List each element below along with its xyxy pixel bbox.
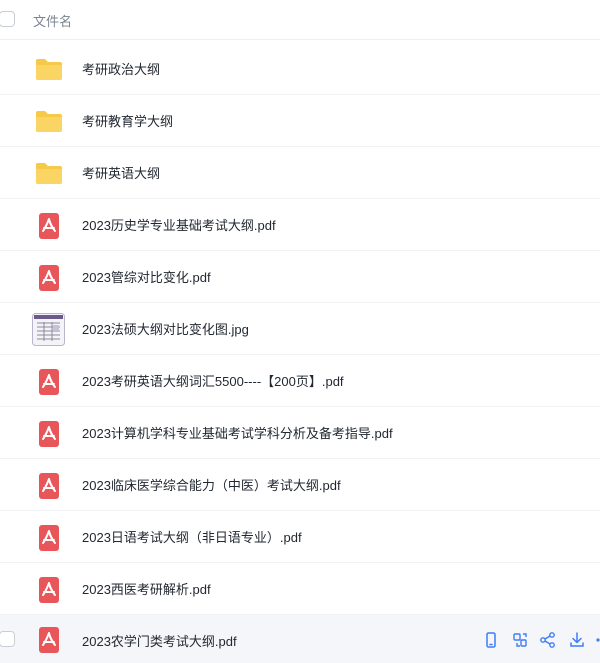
- list-item[interactable]: 考研教育学大纲: [0, 95, 600, 147]
- file-name[interactable]: 2023农学门类考试大纲.pdf: [82, 631, 237, 650]
- file-name[interactable]: 2023历史学专业基础考试大纲.pdf: [82, 215, 276, 234]
- copy-icon[interactable]: [511, 631, 529, 649]
- phone-icon[interactable]: [482, 631, 500, 649]
- file-name[interactable]: 2023法硕大纲对比变化图.jpg: [82, 319, 249, 338]
- pdf-file-icon: [35, 213, 63, 239]
- list-item[interactable]: 2023管综对比变化.pdf: [0, 251, 600, 303]
- pdf-file-icon: [35, 525, 63, 551]
- column-header-filename[interactable]: 文件名: [33, 11, 72, 30]
- file-name[interactable]: 考研政治大纲: [82, 59, 160, 78]
- list-item[interactable]: 2023法硕大纲对比变化图.jpg: [0, 303, 600, 355]
- list-item[interactable]: 考研英语大纲: [0, 147, 600, 199]
- list-item[interactable]: 2023考研英语大纲词汇5500----【200页】.pdf: [0, 355, 600, 407]
- pdf-file-icon: [35, 265, 63, 291]
- file-name[interactable]: 2023临床医学综合能力（中医）考试大纲.pdf: [82, 475, 341, 494]
- image-thumbnail-icon: [32, 313, 65, 346]
- list-item[interactable]: 考研政治大纲: [0, 43, 600, 95]
- download-icon[interactable]: [568, 631, 586, 649]
- pdf-file-icon: [35, 473, 63, 499]
- file-name[interactable]: 2023管综对比变化.pdf: [82, 267, 211, 286]
- pdf-file-icon: [35, 369, 63, 395]
- row-checkbox[interactable]: [0, 631, 15, 647]
- list-header: 文件名: [0, 0, 600, 40]
- list-item[interactable]: 2023日语考试大纲（非日语专业）.pdf: [0, 511, 600, 563]
- list-item-hovered[interactable]: 2023农学门类考试大纲.pdf: [0, 615, 600, 663]
- file-name[interactable]: 2023计算机学科专业基础考试学科分析及备考指导.pdf: [82, 423, 393, 442]
- file-name[interactable]: 考研教育学大纲: [82, 111, 173, 130]
- pdf-file-icon: [35, 627, 63, 653]
- list-item[interactable]: 2023临床医学综合能力（中医）考试大纲.pdf: [0, 459, 600, 511]
- folder-icon: [35, 109, 63, 133]
- share-icon[interactable]: [539, 631, 557, 649]
- folder-icon: [35, 161, 63, 185]
- file-name[interactable]: 考研英语大纲: [82, 163, 160, 182]
- pdf-file-icon: [35, 421, 63, 447]
- file-name[interactable]: 2023西医考研解析.pdf: [82, 579, 211, 598]
- list-item[interactable]: 2023历史学专业基础考试大纲.pdf: [0, 199, 600, 251]
- file-list: 文件名 考研政治大纲 考研教育学大纲 考研英语大纲 2023历史学专业基础考试大…: [0, 0, 600, 663]
- folder-icon: [35, 57, 63, 81]
- list-item[interactable]: 2023计算机学科专业基础考试学科分析及备考指导.pdf: [0, 407, 600, 459]
- file-name[interactable]: 2023考研英语大纲词汇5500----【200页】.pdf: [82, 371, 344, 390]
- pdf-file-icon: [35, 577, 63, 603]
- select-all-checkbox[interactable]: [0, 11, 15, 27]
- more-icon[interactable]: [595, 631, 600, 649]
- file-name[interactable]: 2023日语考试大纲（非日语专业）.pdf: [82, 527, 302, 546]
- list-item[interactable]: 2023西医考研解析.pdf: [0, 563, 600, 615]
